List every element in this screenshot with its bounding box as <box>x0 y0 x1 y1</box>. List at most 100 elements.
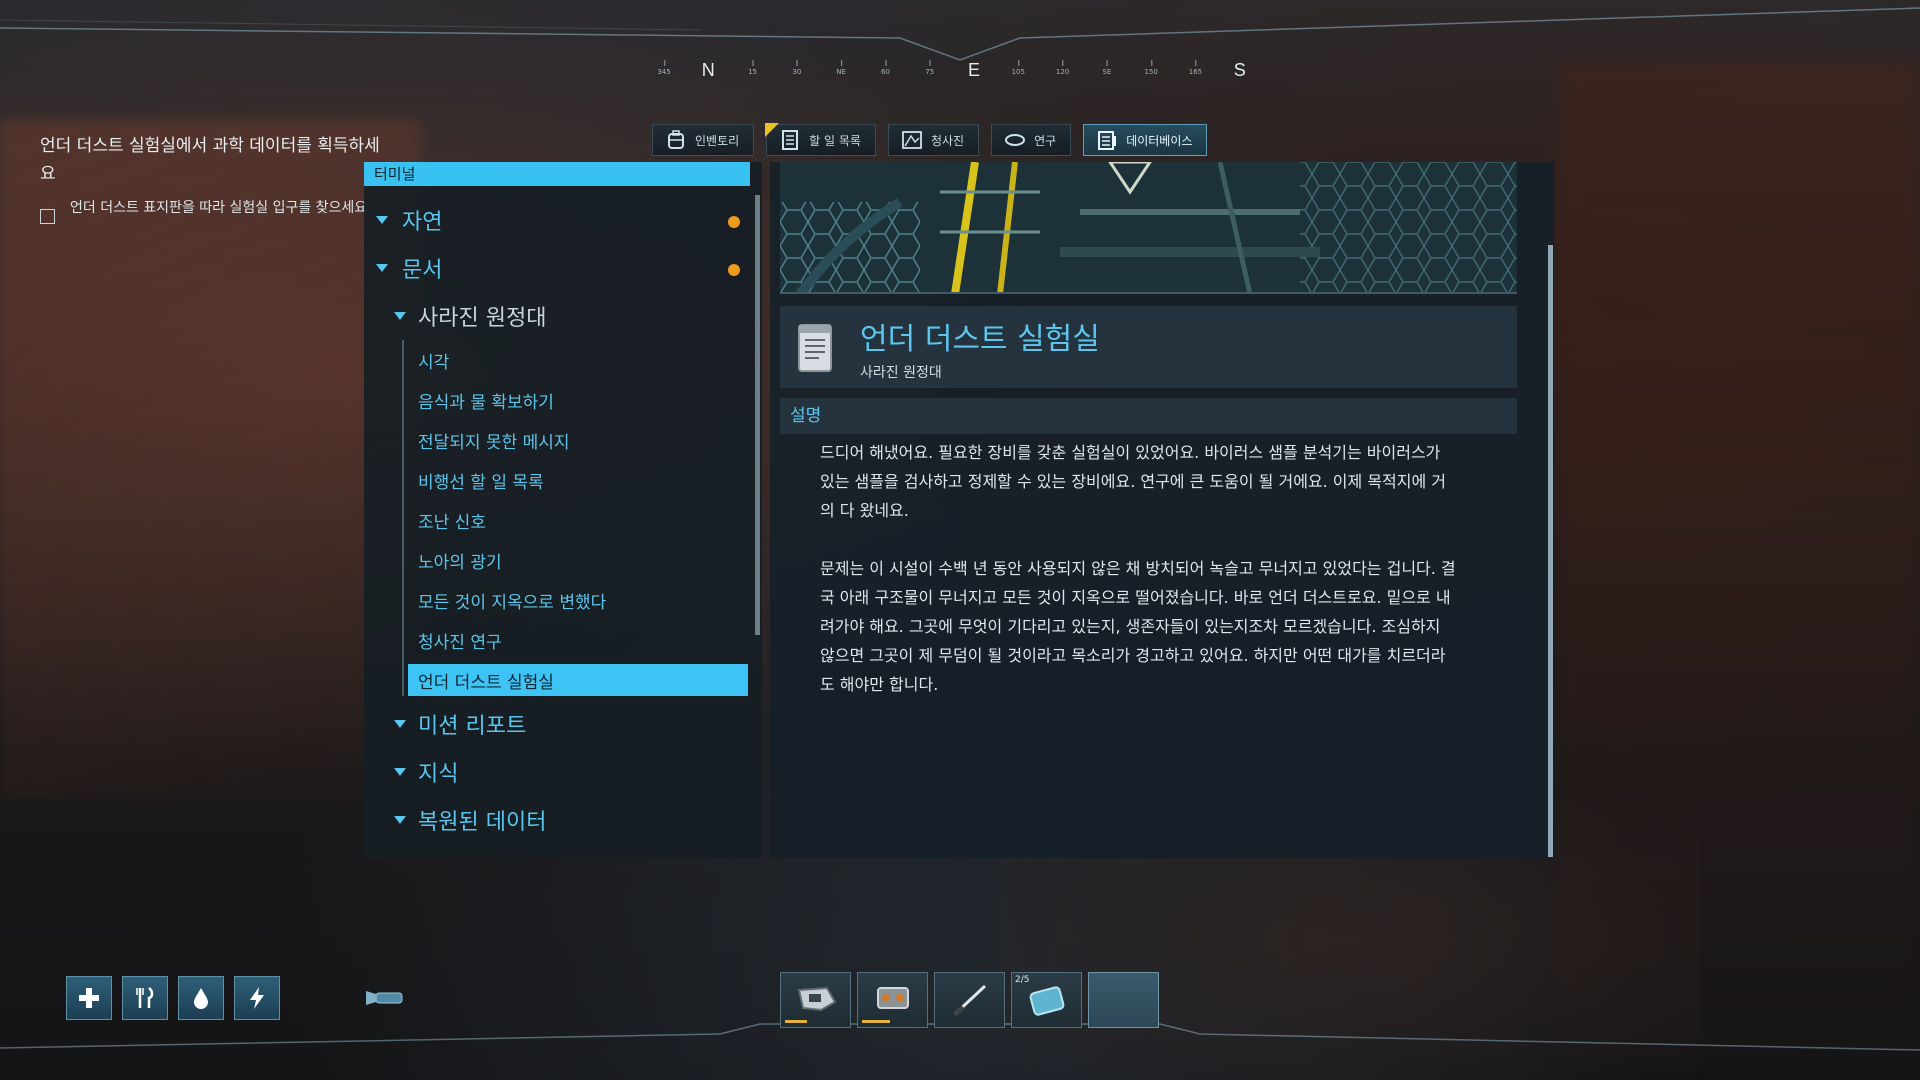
database-tree: 자연 문서 사라진 원정대 시각 음식과 물 확보하기 전달되지 못한 메시지 … <box>364 196 754 858</box>
food-fork-knife-icon <box>122 976 168 1020</box>
compass-tick: 15 <box>748 60 758 76</box>
vital-stats <box>66 976 280 1020</box>
compass-tick: 60 <box>880 60 890 76</box>
detail-scrollbar[interactable] <box>1548 245 1553 857</box>
pda-tabs: 인벤토리 할 일 목록 청사진 연구 데이터베이스 <box>652 123 1208 156</box>
entry-list: 시각 음식과 물 확보하기 전달되지 못한 메시지 비행선 할 일 목록 조난 … <box>402 340 754 696</box>
subcategory-partial[interactable]: 노트 <box>364 844 754 858</box>
entry-item[interactable]: 노아의 광기 <box>404 540 754 580</box>
water-drop-icon <box>178 976 224 1020</box>
tab-inventory[interactable]: 인벤토리 <box>652 124 755 156</box>
compass-tick: 120 <box>1055 60 1070 76</box>
list-scrollbar[interactable] <box>755 195 760 635</box>
document-icon <box>798 324 832 372</box>
chevron-down-icon <box>394 768 406 776</box>
objective-title: 언더 더스트 실험실에서 과학 데이터를 획득하세요 <box>40 136 380 184</box>
blueprint-icon <box>901 130 923 150</box>
tab-database[interactable]: 데이터베이스 <box>1083 124 1208 156</box>
entry-item[interactable]: 조난 신호 <box>404 500 754 540</box>
database-icon <box>1096 130 1118 150</box>
entry-item-selected[interactable]: 언더 더스트 실험실 <box>408 664 748 696</box>
description-paragraph: 문제는 이 시설이 수백 년 동안 사용되지 않은 채 방치되어 녹슬고 무너지… <box>820 559 1456 694</box>
objective-task: 언더 더스트 표지판을 따라 실험실 입구를 찾으세요 <box>40 196 380 224</box>
flashlight-icon <box>366 991 403 1005</box>
energy-bolt-icon <box>234 976 280 1020</box>
chevron-down-icon <box>394 720 406 728</box>
tab-blueprint[interactable]: 청사진 <box>887 124 980 156</box>
backpack-icon <box>665 130 687 150</box>
item-count: 2/5 <box>1015 975 1030 985</box>
terminal-header: 터미널 <box>364 162 750 186</box>
compass-tick: NE <box>836 60 846 76</box>
chevron-down-icon <box>376 216 388 224</box>
subcategory-partial-label: 노트 <box>418 852 458 858</box>
subcategory-missing-expedition-label: 사라진 원정대 <box>418 306 547 331</box>
chevron-down-icon <box>394 312 406 320</box>
subcategory-restored-data[interactable]: 복원된 데이터 <box>364 796 754 844</box>
subcategory-mission-report[interactable]: 미션 리포트 <box>364 700 754 748</box>
tab-blueprint-label: 청사진 <box>930 133 965 148</box>
entry-item[interactable]: 음식과 물 확보하기 <box>404 380 754 420</box>
compass-tick: 105 <box>1011 60 1025 76</box>
subcategory-knowledge[interactable]: 지식 <box>364 748 754 796</box>
knife-icon <box>952 984 986 1016</box>
entry-item[interactable]: 모든 것이 지옥으로 변했다 <box>404 580 754 620</box>
hotbar-slot[interactable] <box>934 972 1005 1028</box>
hotbar: 2/5 <box>780 972 1159 1028</box>
subcategory-restored-data-label: 복원된 데이터 <box>418 810 547 835</box>
chevron-down-icon <box>394 816 406 824</box>
tab-inventory-label: 인벤토리 <box>695 133 740 148</box>
durability-bar <box>785 1020 807 1023</box>
compass-tick: 345 <box>657 60 671 76</box>
subcategory-missing-expedition[interactable]: 사라진 원정대 <box>364 292 754 340</box>
hotbar-slot-empty[interactable] <box>1088 972 1159 1028</box>
compass-tick: SE <box>1102 60 1112 76</box>
compass-cardinal: E <box>967 60 981 80</box>
compass-tick: 75 <box>925 60 935 76</box>
compass-tick: 165 <box>1188 60 1203 76</box>
subcategory-knowledge-label: 지식 <box>418 762 459 787</box>
entry-subtitle: 사라진 원정대 <box>860 365 942 381</box>
entry-item[interactable]: 비행선 할 일 목록 <box>404 460 754 500</box>
category-nature[interactable]: 자연 <box>364 196 754 244</box>
new-entry-dot <box>728 216 740 228</box>
tab-todo[interactable]: 할 일 목록 <box>765 123 876 156</box>
research-icon <box>1004 130 1026 150</box>
new-entry-dot <box>728 264 740 276</box>
multitool-icon <box>876 987 909 1009</box>
entry-title: 언더 더스트 실험실 <box>860 322 1100 357</box>
compass-bar: 345 N 15 30 NE 60 75 E 105 120 SE 150 165 S <box>650 60 1270 90</box>
category-documents-label: 문서 <box>402 258 443 283</box>
category-documents[interactable]: 문서 <box>364 244 754 292</box>
entry-item[interactable]: 시각 <box>404 340 754 380</box>
entry-item[interactable]: 청사진 연구 <box>404 620 754 660</box>
health-plus-icon <box>66 976 112 1020</box>
tab-research-label: 연구 <box>1034 133 1057 148</box>
medkit-pack-icon <box>1029 986 1064 1016</box>
durability-bar <box>862 1020 890 1023</box>
chevron-down-icon <box>376 264 388 272</box>
compass-cardinal: N <box>701 60 715 80</box>
hotbar-slot[interactable] <box>857 972 928 1028</box>
objective-tracker: 언더 더스트 실험실에서 과학 데이터를 획득하세요 언더 더스트 표지판을 따… <box>40 132 380 224</box>
tab-todo-label: 할 일 목록 <box>809 133 861 148</box>
description-body: 드디어 해냈어요. 필요한 장비를 갖춘 실험실이 있었어요. 바이러스 샘플 … <box>820 438 1460 728</box>
category-nature-label: 자연 <box>402 210 443 235</box>
description-paragraph: 드디어 해냈어요. 필요한 장비를 갖춘 실험실이 있었어요. 바이러스 샘플 … <box>820 443 1447 520</box>
entry-image <box>780 162 1517 294</box>
entry-item[interactable]: 전달되지 못한 메시지 <box>404 420 754 460</box>
hotbar-slot[interactable] <box>780 972 851 1028</box>
compass-tick: 30 <box>792 60 802 76</box>
todo-list-icon <box>779 130 801 150</box>
compass-cardinal: S <box>1233 60 1246 80</box>
objective-task-text: 언더 더스트 표지판을 따라 실험실 입구를 찾으세요 <box>70 200 368 216</box>
subcategory-mission-report-label: 미션 리포트 <box>418 714 527 739</box>
tab-research[interactable]: 연구 <box>991 124 1072 156</box>
tab-database-label: 데이터베이스 <box>1126 133 1193 148</box>
faded-notification <box>1555 86 1815 176</box>
description-header: 설명 <box>780 398 1517 434</box>
hotbar-slot[interactable]: 2/5 <box>1011 972 1082 1028</box>
scanner-tool-icon <box>797 986 836 1012</box>
compass-tick: 150 <box>1144 60 1158 76</box>
objective-checkbox <box>40 209 55 224</box>
